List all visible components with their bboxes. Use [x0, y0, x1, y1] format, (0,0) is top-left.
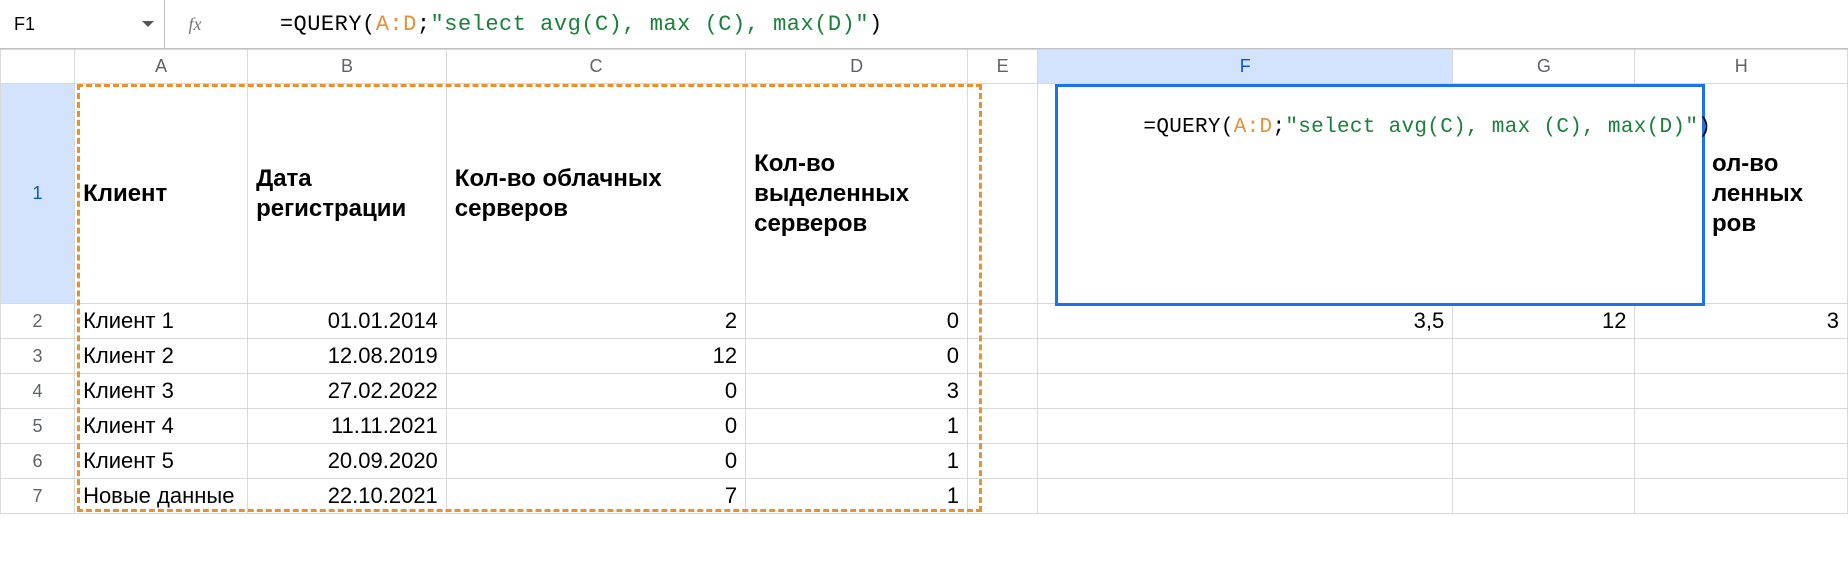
- cell-a6[interactable]: Клиент 5: [75, 444, 248, 479]
- cell-h3[interactable]: [1635, 339, 1848, 374]
- cell-f7[interactable]: [1038, 479, 1453, 514]
- cell-a3[interactable]: Клиент 2: [75, 339, 248, 374]
- col-header-c[interactable]: C: [446, 50, 745, 84]
- cell-h4[interactable]: [1635, 374, 1848, 409]
- cell-c3[interactable]: 12: [446, 339, 745, 374]
- formula-eq: =: [280, 12, 294, 37]
- cell-c4[interactable]: 0: [446, 374, 745, 409]
- chevron-down-icon[interactable]: [142, 21, 154, 27]
- cell-g4[interactable]: [1453, 374, 1635, 409]
- cell-d6[interactable]: 1: [746, 444, 968, 479]
- cell-d3[interactable]: 0: [746, 339, 968, 374]
- col-header-e[interactable]: E: [968, 50, 1038, 84]
- cell-h6[interactable]: [1635, 444, 1848, 479]
- formula-sep: ;: [417, 12, 431, 37]
- formula-string: "select avg(C), max (C), max(D)": [431, 12, 869, 37]
- name-box[interactable]: F1: [0, 0, 165, 48]
- cell-f6[interactable]: [1038, 444, 1453, 479]
- cell-g1[interactable]: [1453, 84, 1635, 304]
- table-row: 3 Клиент 2 12.08.2019 12 0: [1, 339, 1848, 374]
- cell-d4[interactable]: 3: [746, 374, 968, 409]
- table-row: 7 Новые данные 22.10.2021 7 1: [1, 479, 1848, 514]
- cell-b7[interactable]: 22.10.2021: [248, 479, 447, 514]
- cell-e5[interactable]: [968, 409, 1038, 444]
- cell-e3[interactable]: [968, 339, 1038, 374]
- cell-d7[interactable]: 1: [746, 479, 968, 514]
- cell-e4[interactable]: [968, 374, 1038, 409]
- cell-a5[interactable]: Клиент 4: [75, 409, 248, 444]
- cell-a1[interactable]: Клиент: [75, 84, 248, 304]
- row-header-6[interactable]: 6: [1, 444, 75, 479]
- name-box-value: F1: [14, 14, 35, 35]
- table-row: 2 Клиент 1 01.01.2014 2 0 3,5 12 3: [1, 304, 1848, 339]
- cell-a7[interactable]: Новые данные: [75, 479, 248, 514]
- cell-c2[interactable]: 2: [446, 304, 745, 339]
- select-all-corner[interactable]: [1, 50, 75, 84]
- col-header-g[interactable]: G: [1453, 50, 1635, 84]
- col-header-a[interactable]: A: [75, 50, 248, 84]
- cell-c7[interactable]: 7: [446, 479, 745, 514]
- cell-f5[interactable]: [1038, 409, 1453, 444]
- cell-c5[interactable]: 0: [446, 409, 745, 444]
- col-header-h[interactable]: H: [1635, 50, 1848, 84]
- cell-g7[interactable]: [1453, 479, 1635, 514]
- formula-bar: F1 fx =QUERY(A:D;"select avg(C), max (C)…: [0, 0, 1848, 49]
- cell-e1[interactable]: [968, 84, 1038, 304]
- cell-e6[interactable]: [968, 444, 1038, 479]
- cell-b6[interactable]: 20.09.2020: [248, 444, 447, 479]
- cell-h2[interactable]: 3: [1635, 304, 1848, 339]
- formula-close: ): [869, 12, 883, 37]
- row-header-5[interactable]: 5: [1, 409, 75, 444]
- cell-b2[interactable]: 01.01.2014: [248, 304, 447, 339]
- cell-h7[interactable]: [1635, 479, 1848, 514]
- col-header-b[interactable]: B: [248, 50, 447, 84]
- table-row: 4 Клиент 3 27.02.2022 0 3: [1, 374, 1848, 409]
- cell-b1[interactable]: Дата регистрации: [248, 84, 447, 304]
- cell-c6[interactable]: 0: [446, 444, 745, 479]
- cell-b5[interactable]: 11.11.2021: [248, 409, 447, 444]
- cell-g3[interactable]: [1453, 339, 1635, 374]
- cell-d2[interactable]: 0: [746, 304, 968, 339]
- col-header-d[interactable]: D: [746, 50, 968, 84]
- col-header-f[interactable]: F: [1038, 50, 1453, 84]
- row-header-1[interactable]: 1: [1, 84, 75, 304]
- cell-e7[interactable]: [968, 479, 1038, 514]
- row-header-3[interactable]: 3: [1, 339, 75, 374]
- cell-e2[interactable]: [968, 304, 1038, 339]
- cell-c1[interactable]: Кол-во облачных серверов: [446, 84, 745, 304]
- cell-a4[interactable]: Клиент 3: [75, 374, 248, 409]
- cell-g2[interactable]: 12: [1453, 304, 1635, 339]
- cell-d1[interactable]: Кол-во выделенных серверов: [746, 84, 968, 304]
- table-row: 6 Клиент 5 20.09.2020 0 1: [1, 444, 1848, 479]
- formula-range: A:D: [376, 12, 417, 37]
- cell-f4[interactable]: [1038, 374, 1453, 409]
- row-header-4[interactable]: 4: [1, 374, 75, 409]
- fx-icon[interactable]: fx: [165, 14, 225, 35]
- cell-g6[interactable]: [1453, 444, 1635, 479]
- cell-b3[interactable]: 12.08.2019: [248, 339, 447, 374]
- spreadsheet-grid[interactable]: A B C D E F G H 1 Клиент Дата регистраци…: [0, 49, 1848, 514]
- cell-g5[interactable]: [1453, 409, 1635, 444]
- cell-d5[interactable]: 1: [746, 409, 968, 444]
- overflow-header-text: ол-во ленных ров: [1712, 149, 1848, 239]
- cell-b4[interactable]: 27.02.2022: [248, 374, 447, 409]
- row-header-2[interactable]: 2: [1, 304, 75, 339]
- formula-open: (: [362, 12, 376, 37]
- cell-f3[interactable]: [1038, 339, 1453, 374]
- row-header-7[interactable]: 7: [1, 479, 75, 514]
- cell-f1[interactable]: [1038, 84, 1453, 304]
- table-row: 5 Клиент 4 11.11.2021 0 1: [1, 409, 1848, 444]
- cell-h5[interactable]: [1635, 409, 1848, 444]
- cell-f2[interactable]: 3,5: [1038, 304, 1453, 339]
- cell-a2[interactable]: Клиент 1: [75, 304, 248, 339]
- formula-fn: QUERY: [294, 12, 363, 37]
